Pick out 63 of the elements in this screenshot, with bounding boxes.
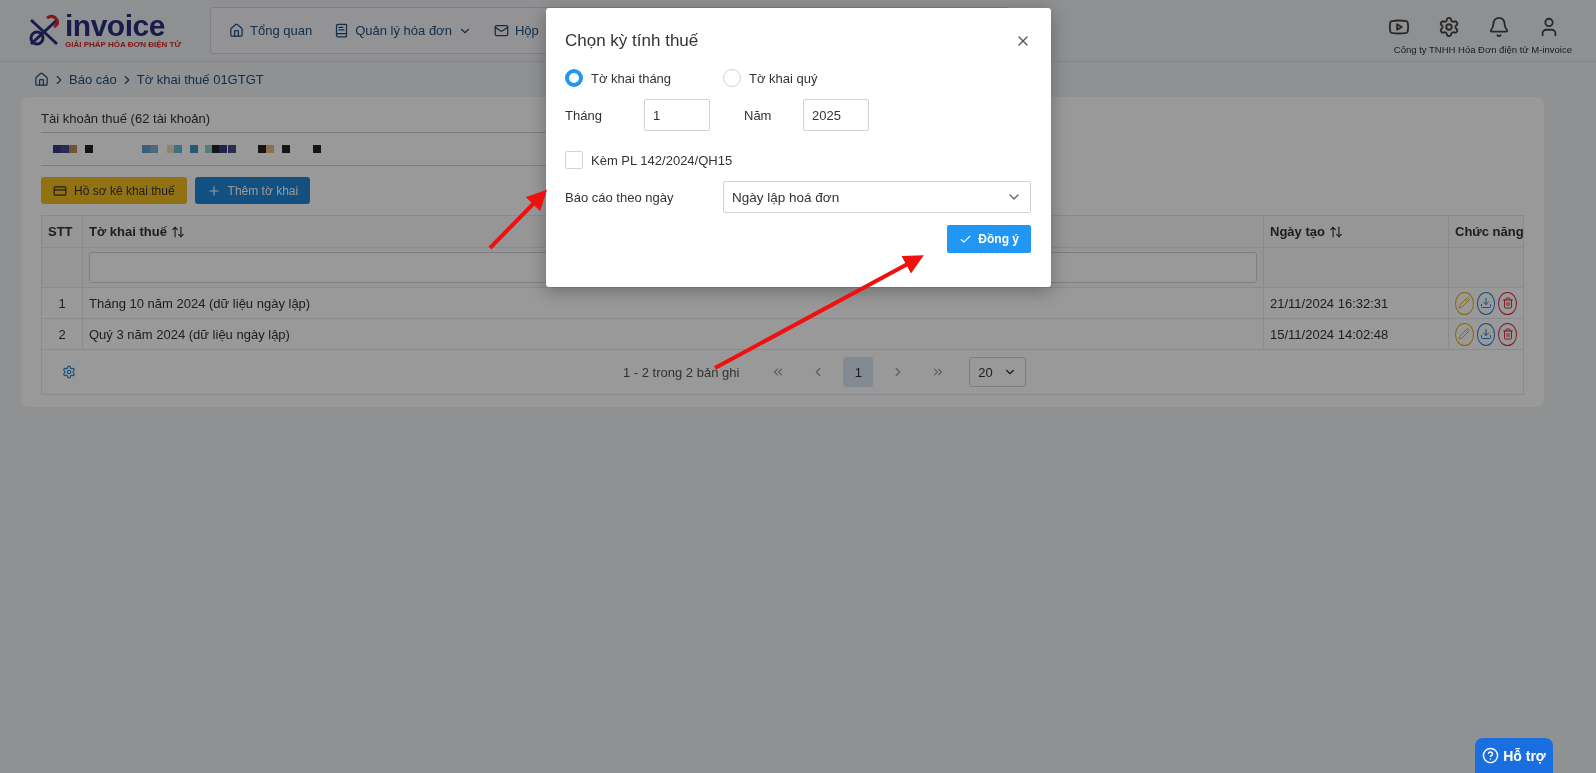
company-name: Công ty TNHH Hóa Đơn điện tử M-invoice [1393, 44, 1572, 55]
home-icon[interactable] [34, 72, 49, 87]
download-button[interactable] [1476, 291, 1496, 315]
report-by-label: Báo cáo theo ngày [565, 189, 675, 205]
trash-icon [1501, 297, 1514, 309]
column-header[interactable]: Ngày tạo [1263, 215, 1449, 248]
page-size-select[interactable]: 20 [969, 357, 1026, 387]
nav-item[interactable]: Quản lý hóa đơn [334, 23, 472, 38]
table-cell: 1 [58, 295, 66, 311]
logo-name: invoice [65, 12, 165, 40]
download-icon [1480, 328, 1492, 340]
radio-button[interactable] [565, 69, 583, 87]
table-cell: 2 [58, 326, 66, 342]
confirm-button[interactable]: Đồng ý [947, 225, 1031, 253]
plus-icon [206, 183, 221, 198]
year-field[interactable]: 2025 [803, 99, 869, 131]
book-icon [334, 23, 350, 38]
dialog-title: Chọn kỳ tính thuế [565, 31, 699, 51]
card-icon [53, 183, 67, 198]
table-cell: Quý 3 năm 2024 (dữ liệu ngày lập) [89, 326, 290, 342]
month-label: Tháng [565, 107, 603, 123]
settings-icon[interactable] [1438, 16, 1460, 38]
breadcrumb-link[interactable]: Báo cáo [69, 72, 117, 87]
edit-button[interactable] [1455, 322, 1474, 346]
pencil-icon [1458, 328, 1471, 340]
table-cell: Tháng 10 năm 2024 (dữ liệu ngày lập) [89, 295, 311, 311]
delete-button[interactable] [1498, 291, 1517, 315]
edit-button[interactable] [1455, 291, 1474, 315]
trash-icon [1501, 328, 1514, 340]
column-header: STT [41, 215, 83, 248]
account-label: Tài khoản thuế (62 tài khoản) [41, 111, 211, 128]
annotation-arrow [488, 189, 547, 250]
table-cell: 21/11/2024 16:32:31 [1270, 295, 1389, 311]
sort-icon[interactable] [1328, 224, 1343, 239]
pencil-icon [1458, 297, 1471, 309]
help-icon [1482, 747, 1500, 764]
download-icon [1480, 297, 1492, 309]
settings-icon[interactable] [62, 365, 76, 379]
year-label: Năm [744, 107, 773, 123]
home-icon [229, 23, 244, 38]
breadcrumb-link[interactable]: Tờ khai thuế 01GTGT [136, 72, 264, 87]
radio-button[interactable] [723, 69, 741, 87]
bell-icon[interactable] [1488, 16, 1510, 38]
logo-tagline: GIẢI PHÁP HÓA ĐƠN ĐIỆN TỬ [65, 40, 182, 49]
profile-button[interactable]: Hồ sơ kê khai thuế [41, 177, 187, 204]
checkbox[interactable] [565, 151, 583, 169]
checkbox-label: Kèm PL 142/2024/QH15 [591, 152, 733, 168]
month-field[interactable]: 1 [644, 99, 710, 131]
nav-item[interactable]: Tổng quan [229, 23, 313, 38]
add-button[interactable]: Thêm tờ khai [194, 177, 311, 204]
radio-label: Tờ khai tháng [591, 70, 672, 86]
nav-item[interactable]: Hộp [493, 23, 539, 38]
page-button[interactable]: 1 [843, 357, 874, 387]
sort-icon[interactable] [170, 224, 185, 239]
column-header: Chức năng [1448, 215, 1524, 248]
table-cell: 15/11/2024 14:02:48 [1270, 326, 1389, 342]
record-summary: 1 - 2 trong 2 bản ghi [623, 364, 740, 380]
delete-button[interactable] [1498, 322, 1517, 346]
mail-icon [493, 23, 509, 38]
help-button[interactable]: Hỗ trợ [1475, 738, 1553, 773]
report-by-select[interactable]: Ngày lập hoá đơn [723, 181, 1031, 213]
radio-label: Tờ khai quý [749, 70, 818, 86]
download-button[interactable] [1476, 322, 1496, 346]
